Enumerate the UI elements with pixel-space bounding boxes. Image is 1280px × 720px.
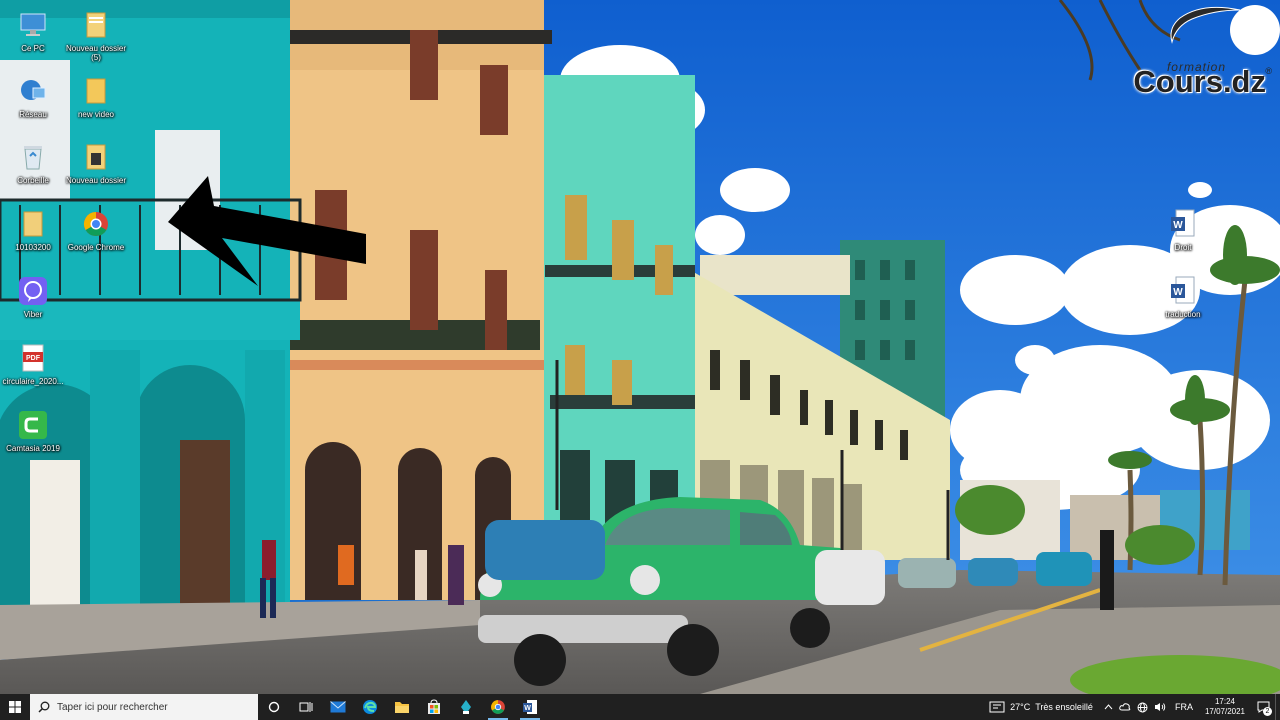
desktop-icon-label: 10103200 xyxy=(15,243,51,252)
folder-icon xyxy=(79,74,113,108)
taskbar-mail[interactable] xyxy=(322,694,354,720)
chevron-up-icon xyxy=(1104,704,1113,710)
speaker-icon xyxy=(1154,703,1166,711)
desktop-icon-10103200[interactable]: 10103200 xyxy=(0,207,66,252)
cours-dz-watermark: formation Cours.dz ® xyxy=(1122,4,1272,104)
desktop-icon-label: Droit xyxy=(1174,243,1192,252)
taskbar-store[interactable] xyxy=(418,694,450,720)
start-button[interactable] xyxy=(0,694,30,720)
volume-tray-button[interactable] xyxy=(1154,702,1166,712)
clock-time: 17:24 xyxy=(1214,697,1235,706)
svg-text:W: W xyxy=(1173,287,1183,298)
svg-text:PDF: PDF xyxy=(26,355,41,362)
windows-logo-icon xyxy=(9,701,21,713)
desktop-icon-ce-pc[interactable]: Ce PC xyxy=(0,8,66,53)
cortana-circle-icon xyxy=(268,701,280,713)
folder-icon xyxy=(79,140,113,174)
cortana-button[interactable] xyxy=(258,694,290,720)
show-hidden-icons-button[interactable] xyxy=(1104,704,1113,710)
chrome-icon xyxy=(79,207,113,241)
desktop-icon-nouveau-dossier[interactable]: Nouveau dossier xyxy=(63,140,129,185)
desktop-icon-traduction[interactable]: W traduction xyxy=(1150,274,1216,319)
network-tray-button[interactable] xyxy=(1137,702,1148,713)
word-icon: W xyxy=(523,700,537,714)
svg-text:W: W xyxy=(524,705,531,712)
desktop-icon-reseau[interactable]: Réseau xyxy=(0,74,66,119)
desktop-icon-camtasia[interactable]: Camtasia 2019 xyxy=(0,408,66,453)
weather-widget[interactable]: 27°C Très ensoleillé xyxy=(989,701,1093,713)
taskbar-app[interactable] xyxy=(450,694,482,720)
recycle-bin-icon xyxy=(16,140,50,174)
search-input[interactable] xyxy=(57,701,247,713)
network-icon xyxy=(16,74,50,108)
store-icon xyxy=(428,699,440,714)
folder-icon xyxy=(79,8,113,42)
app-icon xyxy=(461,700,471,714)
taskbar-chrome[interactable] xyxy=(482,694,514,720)
folder-icon xyxy=(395,702,409,713)
logo-swoosh-icon xyxy=(1170,6,1241,44)
word-document-icon: W xyxy=(1166,274,1200,308)
task-view-button[interactable] xyxy=(290,694,322,720)
task-view-icon xyxy=(299,702,313,712)
pdf-icon: PDF xyxy=(16,341,50,375)
camtasia-icon xyxy=(16,408,50,442)
pointer-arrow-annotation xyxy=(168,176,366,286)
desktop-icon-circulaire[interactable]: PDF circulaire_2020... xyxy=(0,341,66,386)
viber-icon xyxy=(16,274,50,308)
word-document-icon: W xyxy=(1166,207,1200,241)
taskbar-clock[interactable]: 17:24 17/07/2021 xyxy=(1205,697,1245,717)
desktop-icon-label: new video xyxy=(77,110,115,119)
search-icon xyxy=(38,701,50,713)
svg-text:W: W xyxy=(1173,220,1183,231)
notification-center-button[interactable]: 2 xyxy=(1251,694,1275,720)
desktop-icon-corbeille[interactable]: Corbeille xyxy=(0,140,66,185)
desktop-icon-label: Corbeille xyxy=(17,176,49,185)
weather-icon xyxy=(989,701,1005,713)
registered-mark: ® xyxy=(1265,66,1272,76)
weather-condition: Très ensoleillé xyxy=(1035,702,1093,712)
chrome-icon xyxy=(491,700,505,714)
taskbar-search-box[interactable] xyxy=(30,694,258,720)
taskbar-word[interactable]: W xyxy=(514,694,546,720)
globe-icon xyxy=(1137,702,1148,712)
notification-count-badge: 2 xyxy=(1263,707,1272,716)
desktop-icon-label: Ce PC xyxy=(21,44,45,53)
taskbar: W 27°C Très ensoleillé FRA 17:24 17/07/2… xyxy=(0,694,1280,720)
computer-icon xyxy=(16,8,50,42)
desktop-icon-label: circulaire_2020... xyxy=(2,377,64,386)
cloud-icon xyxy=(1119,703,1131,711)
folder-icon xyxy=(16,207,50,241)
system-tray: 27°C Très ensoleillé FRA 17:24 17/07/202… xyxy=(989,694,1280,720)
watermark-brand: Cours.dz xyxy=(1133,64,1266,99)
mail-icon xyxy=(330,701,346,713)
desktop-icon-nouveau-dossier-5[interactable]: Nouveau dossier (5) xyxy=(63,8,129,62)
desktop-icon-new-video[interactable]: new video xyxy=(63,74,129,119)
desktop-icon-label: Nouveau dossier xyxy=(65,176,127,185)
desktop-icon-viber[interactable]: Viber xyxy=(0,274,66,319)
taskbar-file-explorer[interactable] xyxy=(386,694,418,720)
desktop-icon-label: traduction xyxy=(1165,310,1201,319)
weather-temperature: 27°C xyxy=(1010,702,1031,712)
show-desktop-button[interactable] xyxy=(1275,694,1280,720)
desktop-icon-label: Google Chrome xyxy=(67,243,125,252)
desktop-icon-google-chrome[interactable]: Google Chrome xyxy=(63,207,129,252)
onedrive-tray-button[interactable] xyxy=(1119,703,1131,711)
desktop-icon-label: Camtasia 2019 xyxy=(6,444,60,453)
desktop-icon-label: Viber xyxy=(23,310,43,319)
taskbar-edge[interactable] xyxy=(354,694,386,720)
desktop-icon-label: Nouveau dossier (5) xyxy=(65,44,127,62)
language-indicator[interactable]: FRA xyxy=(1175,702,1193,712)
desktop-wallpaper xyxy=(0,0,1280,694)
desktop-icon-droit[interactable]: W Droit xyxy=(1150,207,1216,252)
edge-icon xyxy=(363,700,377,714)
desktop-icon-label: Réseau xyxy=(19,110,47,119)
clock-date: 17/07/2021 xyxy=(1204,707,1245,716)
